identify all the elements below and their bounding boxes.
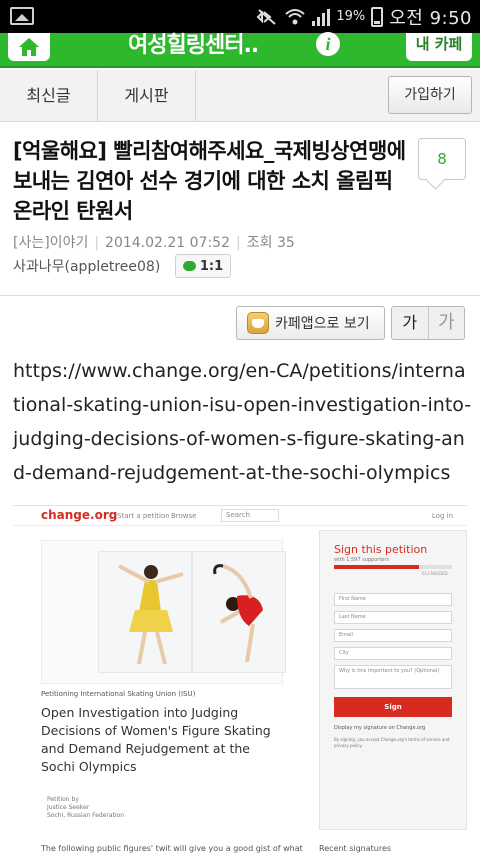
post-title: [억울해요] 빨리참여해주세요_국제빙상연맹에 보내는 김연아 선수 경기에 대… bbox=[13, 139, 406, 223]
embedded-first-name-field: First Name bbox=[334, 593, 452, 606]
embedded-reason-field: Why is this important to you? (Optional) bbox=[334, 665, 452, 689]
embedded-browse: Browse bbox=[171, 512, 197, 520]
post-header: [억울해요] 빨리참여해주세요_국제빙상연맹에 보내는 김연아 선수 경기에 대… bbox=[0, 122, 480, 296]
skater-photo-red bbox=[192, 551, 286, 673]
embedded-petition-by-place: Sochi, Russian Federation bbox=[47, 812, 125, 819]
embedded-petition-title: Open Investigation into Judging Decision… bbox=[41, 705, 271, 774]
battery-icon bbox=[371, 6, 384, 27]
tab-bar: 최신글 게시판 가입하기 bbox=[0, 70, 480, 122]
chat-bubble-icon bbox=[182, 261, 196, 271]
change-org-logo: change.org bbox=[41, 508, 118, 522]
embedded-progress-fill bbox=[334, 565, 419, 569]
embedded-petition-by: Petition by Justice Seeker Sochi, Russia… bbox=[47, 796, 124, 820]
chat-label: 1:1 bbox=[199, 258, 224, 274]
join-button[interactable]: 가입하기 bbox=[388, 76, 472, 114]
post-meta: [사는]이야기 | 2014.02.21 07:52 | 조회 35 bbox=[13, 232, 295, 252]
home-icon bbox=[19, 38, 39, 56]
cafe-app-icon bbox=[247, 312, 269, 334]
image-notification-icon bbox=[10, 7, 34, 25]
view-in-app-label: 카페앱으로 보기 bbox=[275, 316, 370, 332]
divider: | bbox=[94, 235, 100, 251]
embedded-petition-by-label: Petition by bbox=[47, 796, 79, 803]
embedded-city-field: City bbox=[334, 647, 452, 660]
font-size-small-button[interactable]: 가 bbox=[392, 307, 429, 339]
embedded-sign-panel: Sign this petition with 1,597 supporters… bbox=[319, 530, 467, 830]
embedded-petitioning: Petitioning International Skating Union … bbox=[41, 690, 196, 698]
tab-latest[interactable]: 최신글 bbox=[0, 70, 98, 122]
cafe-header: 여성힐링센터.. i 내 카페 bbox=[0, 32, 480, 68]
wifi-icon bbox=[284, 8, 306, 26]
embedded-supporters: with 1,597 supporters bbox=[334, 557, 390, 563]
font-size-large-button[interactable]: 가 bbox=[429, 307, 465, 339]
tab-board[interactable]: 게시판 bbox=[98, 70, 196, 122]
signal-icon bbox=[312, 8, 331, 26]
embedded-sign-button: Sign bbox=[334, 697, 452, 717]
comment-count-button[interactable]: 8 bbox=[418, 138, 466, 180]
mute-icon bbox=[256, 8, 278, 26]
clock: 오전 9:50 bbox=[389, 7, 472, 29]
embedded-needed: 613 NEEDED bbox=[422, 571, 448, 576]
skater-photo-yellow bbox=[98, 551, 192, 673]
post-author[interactable]: 사과나무(appletree08) bbox=[13, 256, 160, 276]
embedded-search-box: Search bbox=[221, 509, 279, 522]
post-date: 2014.02.21 07:52 bbox=[105, 235, 231, 251]
embedded-progress-bar bbox=[334, 565, 452, 569]
embedded-petition-by-name: Justice Seeker bbox=[47, 804, 90, 811]
post-views: 조회 35 bbox=[246, 235, 295, 251]
view-in-cafe-app-button[interactable]: 카페앱으로 보기 bbox=[236, 306, 385, 340]
info-icon[interactable]: i bbox=[316, 32, 340, 56]
embedded-petition-image[interactable]: change.org Start a petition Browse Searc… bbox=[13, 505, 467, 853]
post-category[interactable]: [사는]이야기 bbox=[13, 235, 88, 251]
embedded-start-petition: Start a petition bbox=[117, 512, 170, 520]
embedded-fine-print: By signing, you accept Change.org's term… bbox=[334, 737, 450, 748]
home-button[interactable] bbox=[8, 33, 50, 61]
one-to-one-chat-button[interactable]: 1:1 bbox=[175, 254, 231, 278]
embedded-login: Log in bbox=[431, 512, 453, 520]
embedded-petition-main: Petitioning International Skating Union … bbox=[41, 540, 286, 832]
embedded-footer-text: The following public figures' twit will … bbox=[41, 844, 303, 853]
embedded-display-signature: Display my signature on Change.org bbox=[334, 725, 426, 731]
post-body-link[interactable]: https://www.change.org/en-CA/petitions/i… bbox=[13, 354, 473, 490]
my-cafe-button[interactable]: 내 카페 bbox=[406, 33, 472, 61]
embedded-recent-signatures: Recent signatures bbox=[319, 844, 392, 853]
font-size-toggle: 가 가 bbox=[391, 306, 465, 340]
cafe-title[interactable]: 여성힐링센터.. bbox=[128, 27, 259, 59]
embedded-nav: change.org Start a petition Browse Searc… bbox=[13, 506, 467, 526]
embedded-sign-title: Sign this petition bbox=[334, 543, 428, 556]
embedded-email-field: Email bbox=[334, 629, 452, 642]
skater-photos bbox=[41, 540, 286, 684]
embedded-last-name-field: Last Name bbox=[334, 611, 452, 624]
battery-percent: 19% bbox=[336, 9, 366, 24]
divider: | bbox=[236, 235, 241, 251]
